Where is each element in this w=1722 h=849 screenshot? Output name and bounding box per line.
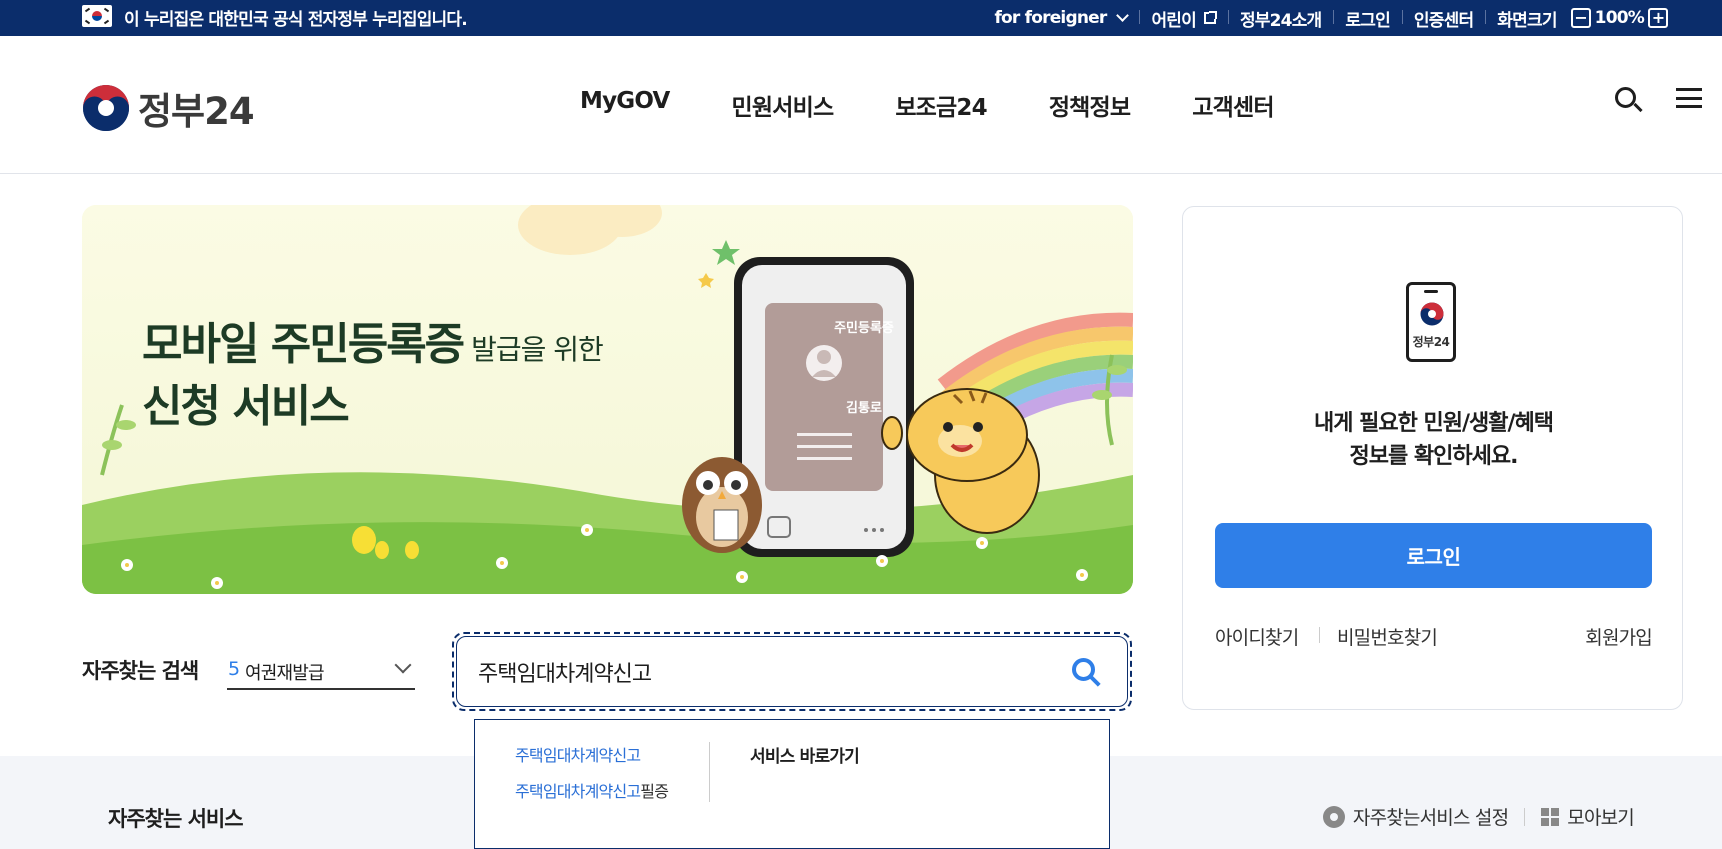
find-password-link[interactable]: 비밀번호찾기 [1337,623,1438,650]
grid-icon [1541,807,1560,826]
nav-mygov[interactable]: MyGOV [580,88,670,122]
chevron-down-icon [394,656,412,674]
site-header: 정부24 MyGOV 민원서비스 보조금24 정책정보 고객센터 [0,36,1722,174]
korea-flag-icon [82,5,112,27]
suggestion-list: 주택임대차계약신고 주택임대차계약신고필증 [515,742,669,814]
chevron-down-icon [1116,8,1130,22]
banner-headline-line2: 신청 서비스 [142,381,350,432]
menu-icon[interactable] [1676,86,1702,110]
search-input[interactable] [478,654,1038,690]
frequent-search-rank: 5 [228,658,241,680]
service-shortcut-title: 서비스 바로가기 [750,747,860,767]
zoom-in-button[interactable]: + [1648,8,1668,28]
frequent-search-value: 여권재발급 [245,663,325,684]
zoom-out-button[interactable]: − [1570,8,1591,28]
top-login-link[interactable]: 로그인 [1333,6,1402,31]
zoom-control: 화면크기 − 100% + [1485,6,1684,31]
frequent-search-label: 자주찾는 검색 [82,659,199,683]
login-button[interactable]: 로그인 [1215,523,1652,588]
nav-policy-info[interactable]: 정책정보 [1049,88,1131,122]
logo-text: 정부24 [138,90,255,133]
action-divider [1524,807,1526,826]
login-panel: 정부24 내게 필요한 민원/생활/혜택 정보를 확인하세요. 로그인 아이디찾… [1182,206,1683,710]
id-card-name: 김통로 [846,401,882,416]
frequent-search-select[interactable]: 5 여권재발급 [227,651,415,690]
site-logo[interactable]: 정부24 [82,81,255,135]
zoom-label: 화면크기 [1497,10,1557,31]
external-link-icon [1203,11,1217,24]
banner-headline: 모바일 주민등록증 발급을 위한 [142,319,604,370]
foreigner-menu[interactable]: for foreigner [982,8,1139,28]
find-id-link[interactable]: 아이디찾기 [1215,623,1299,650]
id-card-title: 주민등록증 [834,321,894,336]
kids-link[interactable]: 어린이 [1139,6,1228,31]
zoom-value: 100% [1594,8,1645,28]
suggestion-item[interactable]: 주택임대차계약신고 [515,742,668,766]
search-icon[interactable] [1614,86,1643,114]
signup-link[interactable]: 회원가입 [1585,623,1653,650]
mobile-id-label: 정부24 [1412,335,1450,349]
gov-notice-bar: 이 누리집은 대한민국 공식 전자정부 누리집입니다. for foreigne… [0,0,1722,36]
search-submit-icon[interactable] [1070,656,1102,688]
cert-center-link[interactable]: 인증센터 [1401,6,1485,31]
government-emblem-icon [82,84,130,132]
header-actions [1614,86,1702,114]
main-search-box [452,632,1132,711]
frequent-services-settings-link[interactable]: 자주찾는서비스 설정 [1353,803,1509,830]
dropdown-divider [709,742,710,802]
frequent-services-title: 자주찾는 서비스 [108,807,244,831]
promo-banner[interactable]: 모바일 주민등록증 발급을 위한 신청 서비스 주민등록증 김통로 [82,205,1133,594]
gov-notice-text: 이 누리집은 대한민국 공식 전자정부 누리집입니다. [124,10,468,30]
about-link[interactable]: 정부24소개 [1227,6,1333,31]
search-autocomplete: 주택임대차계약신고 주택임대차계약신고필증 서비스 바로가기 [474,719,1110,849]
mobile-id-icon: 정부24 [1406,282,1456,362]
login-message: 내게 필요한 민원/생활/혜택 정보를 확인하세요. [1313,411,1554,469]
utility-menu: for foreigner 어린이 정부24소개 로그인 인증센터 화면크기 −… [982,0,1684,36]
view-all-link[interactable]: 모아보기 [1567,803,1635,830]
nav-civil-service[interactable]: 민원서비스 [732,88,835,122]
frequent-services-actions: 자주찾는서비스 설정 모아보기 [1322,803,1635,830]
nav-customer-center[interactable]: 고객센터 [1192,88,1274,122]
gear-icon [1322,805,1345,828]
nav-subsidy24[interactable]: 보조금24 [895,88,987,122]
main-nav: MyGOV 민원서비스 보조금24 정책정보 고객센터 [580,88,1336,122]
suggestion-item[interactable]: 주택임대차계약신고필증 [515,778,669,802]
link-divider [1319,627,1320,643]
